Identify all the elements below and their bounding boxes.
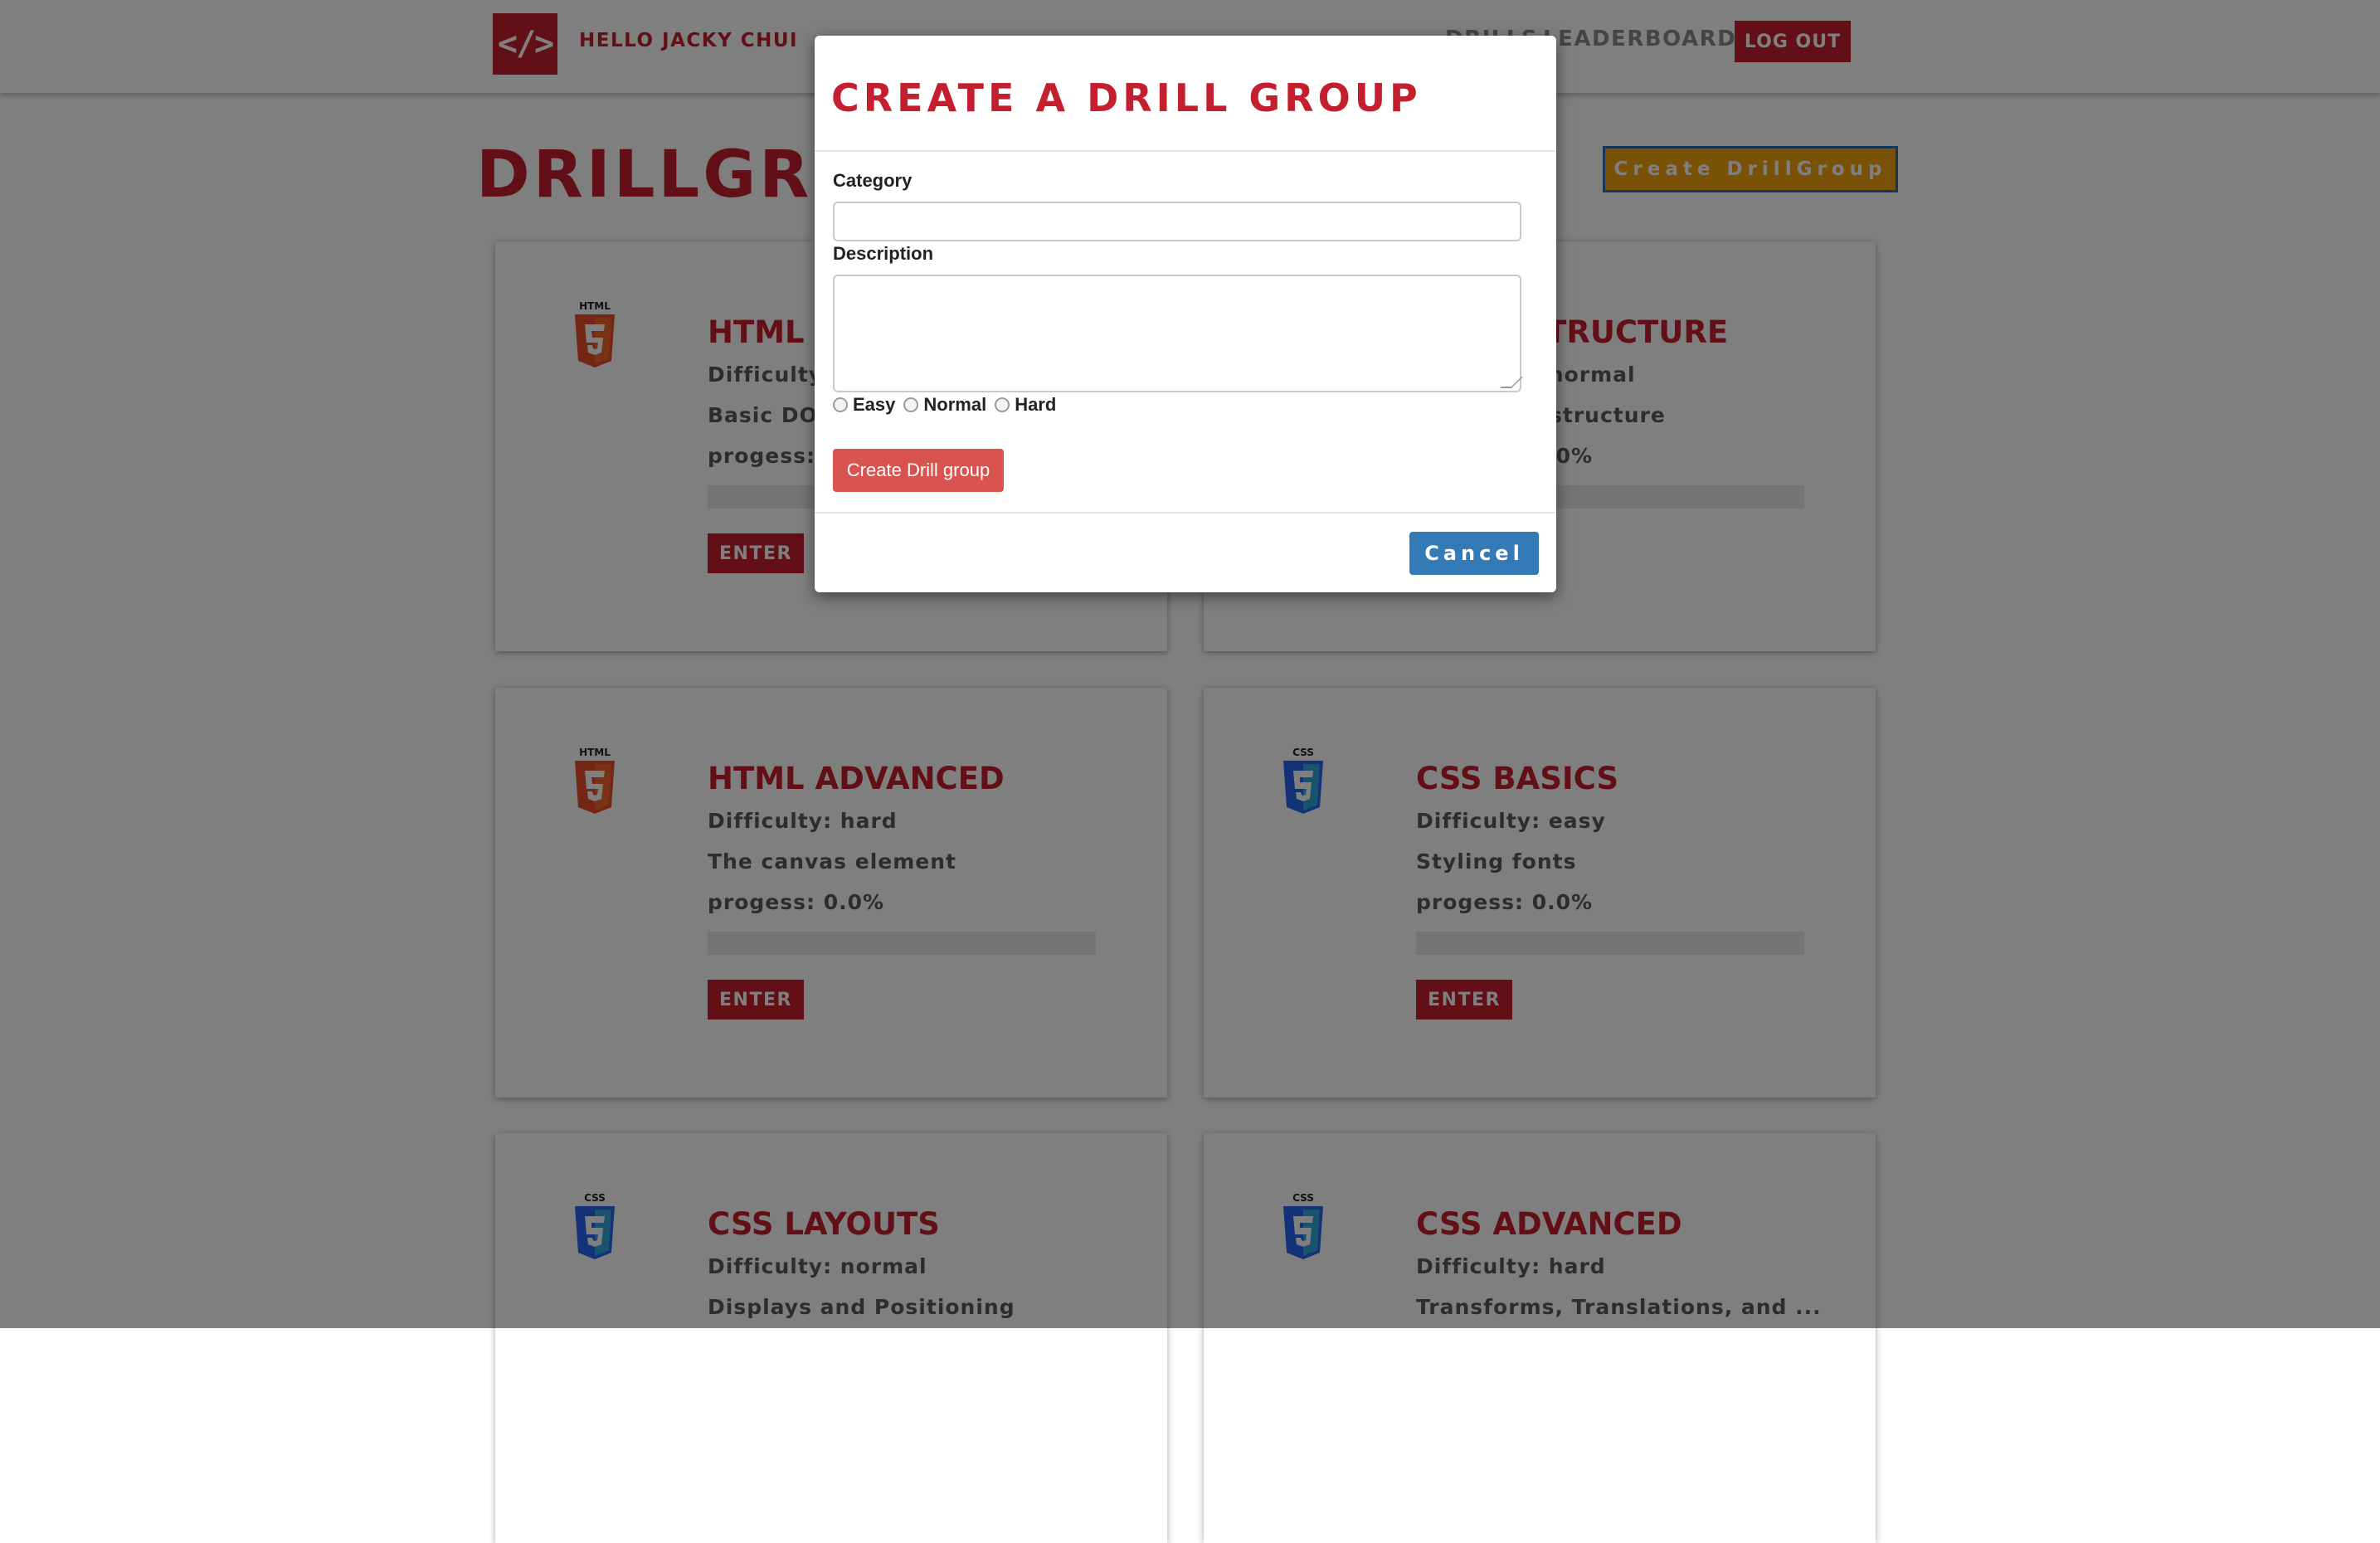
- cancel-button[interactable]: Cancel: [1409, 532, 1539, 575]
- modal-title: CREATE A DRILL GROUP: [831, 75, 1422, 120]
- description-textarea[interactable]: [833, 275, 1523, 392]
- difficulty-hard-option[interactable]: Hard: [995, 394, 1056, 416]
- radio-hard[interactable]: [995, 397, 1010, 412]
- difficulty-easy-label: Easy: [853, 394, 896, 415]
- category-input[interactable]: [833, 202, 1521, 241]
- radio-normal[interactable]: [903, 397, 919, 412]
- difficulty-normal-label: Normal: [923, 394, 987, 415]
- difficulty-hard-label: Hard: [1015, 394, 1057, 415]
- category-label: Category: [833, 170, 913, 191]
- resize-handle-icon[interactable]: [1500, 377, 1523, 388]
- radio-easy[interactable]: [833, 397, 848, 412]
- modal-header-divider: [815, 150, 1556, 152]
- create-drill-group-submit-button[interactable]: Create Drill group: [833, 449, 1004, 492]
- description-label: Description: [833, 243, 934, 264]
- difficulty-normal-option[interactable]: Normal: [903, 394, 986, 416]
- modal-footer-divider: [815, 512, 1556, 514]
- create-drill-group-modal: CREATE A DRILL GROUP Category Descriptio…: [815, 36, 1556, 592]
- difficulty-radio-group: Easy Normal Hard: [833, 394, 1061, 416]
- difficulty-easy-option[interactable]: Easy: [833, 394, 895, 416]
